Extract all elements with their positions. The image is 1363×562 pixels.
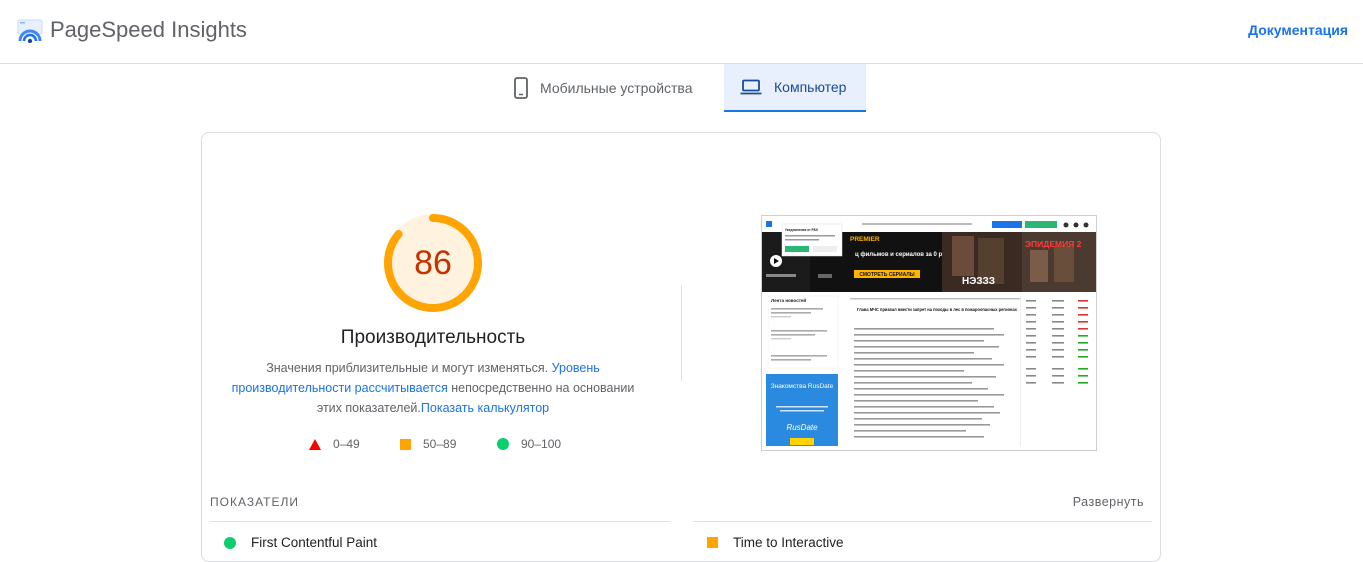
metric-fcp-name: First Contentful Paint (251, 535, 378, 550)
poster-1-title: НЭЗЗЗ (962, 276, 995, 287)
triangle-icon (309, 438, 321, 450)
popup-title: Уведомления от РБК (785, 228, 818, 232)
ad-title: Знакомства RusDate (771, 383, 834, 390)
performance-score: 86 (414, 244, 452, 282)
tab-desktop-label: Компьютер (774, 79, 847, 95)
average-square-icon (707, 537, 718, 548)
feed-title: Лента новостей (771, 297, 806, 303)
metrics-section-label: ПОКАЗАТЕЛИ (210, 495, 299, 509)
legend-fail: 0–49 (309, 437, 360, 451)
device-tabs: Мобильные устройства Компьютер (0, 64, 1363, 112)
poster-2-title: ЭПИДЕМИЯ 2 (1025, 239, 1082, 249)
banner-cta: СМОТРЕТЬ СЕРИАЛЫ (859, 272, 914, 278)
legend-pass-range: 90–100 (521, 437, 562, 451)
performance-description: Значения приблизительные и могут изменят… (230, 358, 636, 418)
legend-average-range: 50–89 (423, 437, 457, 451)
metric-fcp: First Contentful Paint (224, 535, 377, 550)
page-screenshot-image: PREMIER ц фильмов и сериалов за 0 рублей… (762, 216, 1096, 446)
documentation-link[interactable]: Документация (1248, 22, 1348, 38)
desc-text-1: Значения приблизительные и могут изменят… (266, 361, 549, 375)
metrics-divider-left (210, 521, 670, 522)
legend-average: 50–89 (400, 437, 456, 451)
page-screenshot: PREMIER ц фильмов и сериалов за 0 рублей… (761, 215, 1097, 451)
vertical-divider (681, 285, 682, 381)
metric-tti: Time to Interactive (707, 535, 844, 550)
metrics-divider-right (693, 521, 1152, 522)
pass-circle-icon (224, 536, 236, 549)
smartphone-icon (514, 77, 528, 99)
legend-pass: 90–100 (497, 437, 561, 451)
pagespeed-logo-icon (17, 19, 43, 43)
banner-brand: PREMIER (850, 236, 880, 243)
headline: Глава МЧС призвал ввести запрет на поход… (857, 307, 1017, 312)
laptop-icon (740, 79, 762, 95)
circle-icon (497, 438, 509, 450)
tab-mobile-label: Мобильные устройства (540, 80, 693, 96)
metric-tti-name: Time to Interactive (733, 535, 844, 550)
ad-logo: RusDate (786, 423, 818, 432)
legend-fail-range: 0–49 (333, 437, 360, 451)
app-header: PageSpeed Insights Документация (0, 0, 1363, 64)
performance-title: Производительность (340, 327, 526, 348)
show-calculator-link[interactable]: Показать калькулятор (421, 401, 549, 415)
square-icon (400, 438, 411, 450)
tab-desktop[interactable]: Компьютер (724, 64, 866, 112)
app-title: PageSpeed Insights (50, 17, 247, 42)
tab-mobile[interactable]: Мобильные устройства (502, 64, 724, 112)
expand-button[interactable]: Развернуть (1073, 495, 1144, 509)
